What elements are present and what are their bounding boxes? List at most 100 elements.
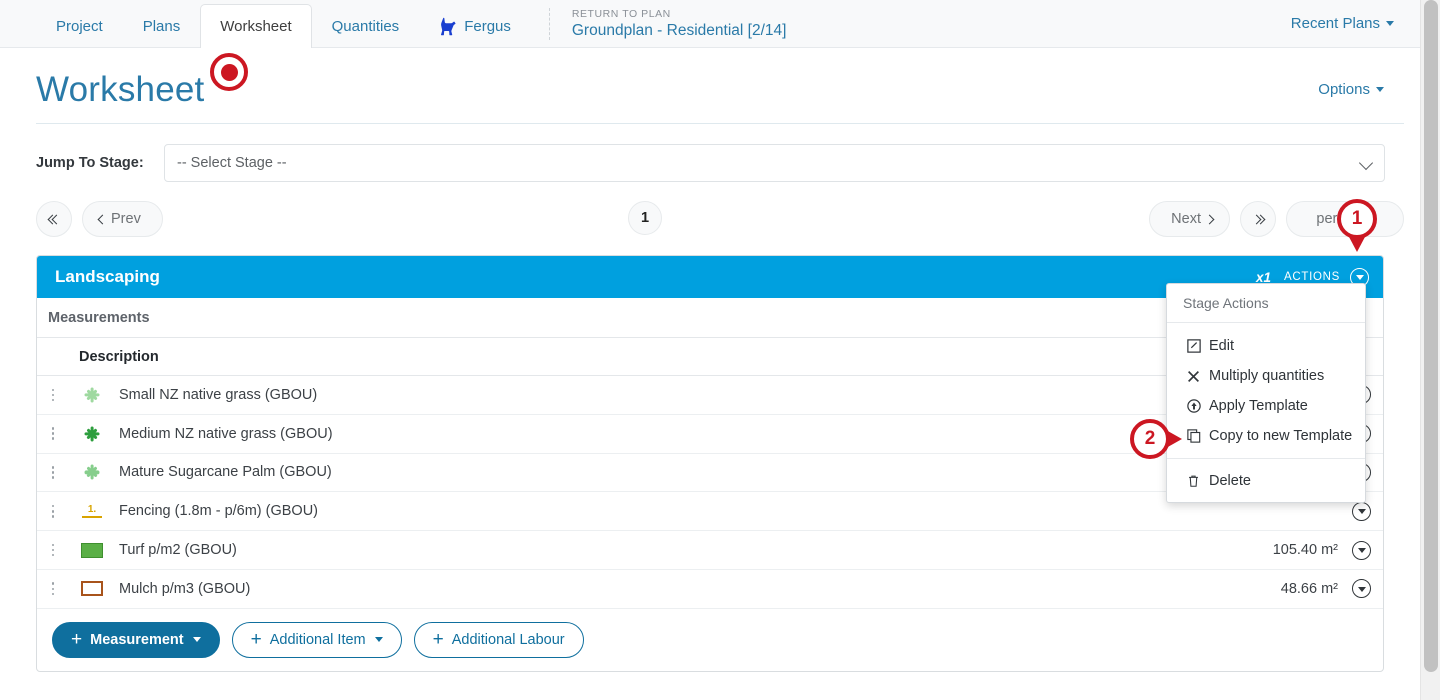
pagination-last-button[interactable] <box>1240 201 1276 237</box>
drag-handle-icon[interactable] <box>37 388 67 402</box>
add-measurement-label: Measurement <box>90 631 184 648</box>
nav-tab-fergus[interactable]: Fergus <box>419 4 531 48</box>
pagination-prev-button[interactable]: Prev <box>82 201 163 237</box>
top-navigation: Project Plans Worksheet Quantities Fergu… <box>0 0 1420 48</box>
dog-icon <box>439 17 457 37</box>
marker-tail <box>1166 430 1182 448</box>
nav-tab-worksheet[interactable]: Worksheet <box>200 4 312 48</box>
vertical-scrollbar[interactable] <box>1420 0 1440 700</box>
marker-tail <box>1348 235 1366 252</box>
drag-handle-icon[interactable] <box>37 504 67 518</box>
row-expand-icon[interactable] <box>1352 501 1371 521</box>
app-root: Project Plans Worksheet Quantities Fergu… <box>0 0 1440 700</box>
table-row[interactable]: Mulch p/m3 (GBOU) 48.66 m² <box>37 570 1383 609</box>
chevron-right-icon <box>1204 214 1215 224</box>
nav-tab-quantities[interactable]: Quantities <box>312 4 420 48</box>
row-icon-cell: 1. <box>67 504 117 518</box>
menu-divider <box>1167 458 1365 459</box>
chevron-down-icon <box>374 637 383 643</box>
swatch-outline-icon <box>81 581 103 597</box>
page-title: Worksheet <box>36 70 205 109</box>
chevron-left-icon <box>97 214 108 224</box>
nav-tab-list: Project Plans Worksheet Quantities Fergu… <box>36 0 531 48</box>
drag-handle-icon[interactable] <box>37 582 67 596</box>
menu-item-label: Copy to new Template <box>1209 428 1353 444</box>
nav-tab-label: Fergus <box>464 18 511 35</box>
close-x-icon <box>1187 370 1209 383</box>
row-description: Mature Sugarcane Palm (GBOU) <box>119 464 332 481</box>
cursor-dot <box>220 63 238 81</box>
measurements-label: Measurements <box>48 309 150 326</box>
stage-footer-actions: + Measurement + Additional Item + Additi… <box>37 609 1383 671</box>
chevron-down-icon <box>192 637 201 643</box>
row-icon-cell <box>67 426 117 442</box>
nav-tab-plans[interactable]: Plans <box>123 4 201 48</box>
menu-item-delete[interactable]: Delete <box>1167 466 1365 496</box>
menu-item-multiply-quantities[interactable]: Multiply quantities <box>1167 361 1365 391</box>
row-icon-cell <box>67 581 117 597</box>
nav-tab-label: Plans <box>142 18 181 35</box>
options-label: Options <box>1318 80 1370 98</box>
plan-name-link[interactable]: Groundplan - Residential [2/14] <box>572 21 787 40</box>
drag-handle-icon[interactable] <box>37 543 67 557</box>
row-description: Turf p/m2 (GBOU) <box>119 542 237 559</box>
row-expand-icon[interactable] <box>1352 540 1371 560</box>
add-additional-item-button[interactable]: + Additional Item <box>231 621 402 658</box>
menu-item-label: Multiply quantities <box>1209 368 1325 384</box>
row-icon-cell <box>67 542 117 558</box>
pagination-first-button[interactable] <box>36 201 72 237</box>
row-quantity: 48.66 m² <box>1280 580 1338 597</box>
recent-plans-dropdown[interactable]: Recent Plans <box>1291 0 1420 47</box>
return-to-plan-block[interactable]: RETURN TO PLAN Groundplan - Residential … <box>550 0 787 47</box>
edit-square-icon <box>1187 339 1209 353</box>
jump-to-stage-label: Jump To Stage: <box>36 155 144 171</box>
plant-palm-icon <box>84 464 100 480</box>
plant-small-icon <box>84 387 100 403</box>
menu-item-label: Apply Template <box>1209 398 1308 414</box>
jump-to-stage-select[interactable]: -- Select Stage -- <box>164 144 1385 182</box>
recent-plans-label: Recent Plans <box>1290 15 1380 32</box>
row-icon-cell <box>67 387 117 403</box>
row-icon-cell <box>67 464 117 480</box>
stage-title: Landscaping <box>55 267 160 286</box>
swatch-filled-icon <box>81 542 103 558</box>
pagination-next-label: Next <box>1171 211 1201 227</box>
add-additional-item-label: Additional Item <box>269 631 366 648</box>
menu-item-apply-template[interactable]: Apply Template <box>1167 391 1365 421</box>
drag-handle-icon[interactable] <box>37 427 67 441</box>
row-description: Small NZ native grass (GBOU) <box>119 386 318 403</box>
pagination-bar: Prev 1 Next per page <box>0 182 1440 237</box>
stage-actions-menu-header: Stage Actions <box>1167 284 1365 323</box>
stage-actions-menu-group: Edit Multiply quantities Apply Template … <box>1167 323 1365 451</box>
plant-medium-icon <box>84 426 100 442</box>
menu-item-copy-to-new-template[interactable]: Copy to new Template <box>1167 421 1365 451</box>
add-additional-labour-label: Additional Labour <box>451 631 565 648</box>
row-description: Mulch p/m3 (GBOU) <box>119 580 251 597</box>
drag-handle-icon[interactable] <box>37 466 67 479</box>
plus-icon: + <box>71 629 83 651</box>
nav-tab-project[interactable]: Project <box>36 4 123 48</box>
add-additional-labour-button[interactable]: + Additional Labour <box>413 621 584 658</box>
chevron-down-icon <box>1386 21 1394 26</box>
plus-icon: + <box>250 629 262 651</box>
scrollbar-thumb[interactable] <box>1424 0 1438 672</box>
menu-item-label: Delete <box>1209 473 1251 489</box>
jump-to-stage-row: Jump To Stage: -- Select Stage -- <box>0 124 1440 182</box>
stage-actions-label: ACTIONS <box>1283 271 1340 283</box>
table-row[interactable]: Turf p/m2 (GBOU) 105.40 m² <box>37 531 1383 570</box>
row-quantity: 105.40 m² <box>1272 542 1338 559</box>
row-expand-icon[interactable] <box>1352 579 1371 599</box>
nav-tab-label: Quantities <box>331 18 400 35</box>
trash-icon <box>1187 474 1209 488</box>
pagination-prev-label: Prev <box>111 211 141 227</box>
pagination-page-1[interactable]: 1 <box>628 201 662 235</box>
menu-item-label: Edit <box>1209 338 1234 354</box>
menu-item-edit[interactable]: Edit <box>1167 331 1365 361</box>
pagination-next-button[interactable]: Next <box>1149 201 1230 237</box>
copy-icon <box>1187 429 1209 443</box>
annotation-number: 1 <box>1351 208 1363 229</box>
column-header-description: Description <box>79 348 159 365</box>
annotation-marker-1: 1 <box>1337 199 1377 252</box>
add-measurement-button[interactable]: + Measurement <box>52 621 220 658</box>
options-dropdown[interactable]: Options <box>1318 81 1384 100</box>
